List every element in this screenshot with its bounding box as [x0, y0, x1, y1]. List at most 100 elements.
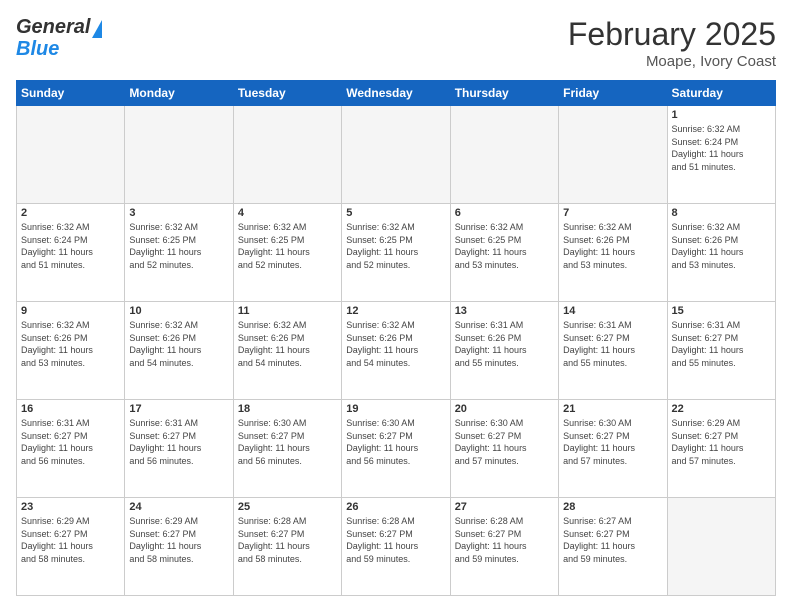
day-info: Sunrise: 6:32 AM Sunset: 6:24 PM Dayligh… — [21, 221, 120, 271]
calendar-table: SundayMondayTuesdayWednesdayThursdayFrid… — [16, 80, 776, 596]
day-info: Sunrise: 6:28 AM Sunset: 6:27 PM Dayligh… — [455, 515, 554, 565]
day-number: 11 — [238, 305, 337, 317]
calendar-cell: 18 Sunrise: 6:30 AM Sunset: 6:27 PM Dayli… — [233, 400, 341, 498]
calendar-week-5: 23 Sunrise: 6:29 AM Sunset: 6:27 PM Dayli… — [17, 498, 776, 596]
calendar-cell: 5 Sunrise: 6:32 AM Sunset: 6:25 PM Daylig… — [342, 204, 450, 302]
location: Moape, Ivory Coast — [568, 53, 776, 70]
calendar-cell — [342, 106, 450, 204]
month-title: February 2025 — [568, 16, 776, 53]
calendar-cell: 20 Sunrise: 6:30 AM Sunset: 6:27 PM Dayli… — [450, 400, 558, 498]
day-info: Sunrise: 6:32 AM Sunset: 6:25 PM Dayligh… — [238, 221, 337, 271]
calendar-week-4: 16Sunrise: 6:31 AM Sunset: 6:27 PM Dayli… — [17, 400, 776, 498]
day-number: 6 — [455, 207, 554, 219]
day-info: Sunrise: 6:32 AM Sunset: 6:25 PM Dayligh… — [455, 221, 554, 271]
calendar-cell: 10 Sunrise: 6:32 AM Sunset: 6:26 PM Dayli… — [125, 302, 233, 400]
calendar-cell — [667, 498, 775, 596]
calendar-cell — [559, 106, 667, 204]
day-info: Sunrise: 6:29 AM Sunset: 6:27 PM Dayligh… — [129, 515, 228, 565]
day-info: Sunrise: 6:32 AM Sunset: 6:26 PM Dayligh… — [563, 221, 662, 271]
calendar-week-2: 2 Sunrise: 6:32 AM Sunset: 6:24 PM Daylig… — [17, 204, 776, 302]
calendar-cell: 21 Sunrise: 6:30 AM Sunset: 6:27 PM Dayli… — [559, 400, 667, 498]
day-info: Sunrise: 6:32 AM Sunset: 6:26 PM Dayligh… — [129, 319, 228, 369]
calendar-cell: 12 Sunrise: 6:32 AM Sunset: 6:26 PM Dayli… — [342, 302, 450, 400]
day-info: Sunrise: 6:32 AM Sunset: 6:26 PM Dayligh… — [346, 319, 445, 369]
calendar-cell: 28 Sunrise: 6:27 AM Sunset: 6:27 PM Dayli… — [559, 498, 667, 596]
day-info: Sunrise: 6:32 AM Sunset: 6:26 PM Dayligh… — [238, 319, 337, 369]
calendar-header-friday: Friday — [559, 81, 667, 106]
day-number: 22 — [672, 403, 771, 415]
day-info: Sunrise: 6:29 AM Sunset: 6:27 PM Dayligh… — [672, 417, 771, 467]
calendar-week-1: 1 Sunrise: 6:32 AM Sunset: 6:24 PM Daylig… — [17, 106, 776, 204]
calendar-week-3: 9 Sunrise: 6:32 AM Sunset: 6:26 PM Daylig… — [17, 302, 776, 400]
day-info: Sunrise: 6:30 AM Sunset: 6:27 PM Dayligh… — [563, 417, 662, 467]
calendar-cell: 11 Sunrise: 6:32 AM Sunset: 6:26 PM Dayli… — [233, 302, 341, 400]
day-number: 2 — [21, 207, 120, 219]
calendar-cell: 6 Sunrise: 6:32 AM Sunset: 6:25 PM Daylig… — [450, 204, 558, 302]
logo-triangle-icon — [92, 20, 102, 38]
day-number: 10 — [129, 305, 228, 317]
day-info: Sunrise: 6:29 AM Sunset: 6:27 PM Dayligh… — [21, 515, 120, 565]
calendar-header-row: SundayMondayTuesdayWednesdayThursdayFrid… — [17, 81, 776, 106]
day-info: Sunrise: 6:32 AM Sunset: 6:25 PM Dayligh… — [129, 221, 228, 271]
logo: General Blue — [16, 16, 102, 60]
calendar-cell: 19Sunrise: 6:30 AM Sunset: 6:27 PM Dayli… — [342, 400, 450, 498]
day-info: Sunrise: 6:30 AM Sunset: 6:27 PM Dayligh… — [455, 417, 554, 467]
day-info: Sunrise: 6:31 AM Sunset: 6:27 PM Dayligh… — [563, 319, 662, 369]
header: General Blue February 2025 Moape, Ivory … — [16, 16, 776, 70]
day-number: 5 — [346, 207, 445, 219]
day-info: Sunrise: 6:27 AM Sunset: 6:27 PM Dayligh… — [563, 515, 662, 565]
calendar-cell: 17 Sunrise: 6:31 AM Sunset: 6:27 PM Dayli… — [125, 400, 233, 498]
calendar-cell: 7Sunrise: 6:32 AM Sunset: 6:26 PM Daylig… — [559, 204, 667, 302]
calendar-cell — [17, 106, 125, 204]
calendar-cell: 15Sunrise: 6:31 AM Sunset: 6:27 PM Dayli… — [667, 302, 775, 400]
day-number: 24 — [129, 501, 228, 513]
day-number: 4 — [238, 207, 337, 219]
day-number: 1 — [672, 109, 771, 121]
day-info: Sunrise: 6:31 AM Sunset: 6:26 PM Dayligh… — [455, 319, 554, 369]
day-info: Sunrise: 6:31 AM Sunset: 6:27 PM Dayligh… — [672, 319, 771, 369]
day-info: Sunrise: 6:32 AM Sunset: 6:25 PM Dayligh… — [346, 221, 445, 271]
calendar-cell: 23 Sunrise: 6:29 AM Sunset: 6:27 PM Dayli… — [17, 498, 125, 596]
logo-general: General — [16, 16, 90, 38]
calendar-cell: 9 Sunrise: 6:32 AM Sunset: 6:26 PM Daylig… — [17, 302, 125, 400]
day-number: 14 — [563, 305, 662, 317]
day-number: 8 — [672, 207, 771, 219]
day-info: Sunrise: 6:31 AM Sunset: 6:27 PM Dayligh… — [21, 417, 120, 467]
calendar-header-monday: Monday — [125, 81, 233, 106]
logo-blue: Blue — [16, 38, 59, 60]
page: General Blue February 2025 Moape, Ivory … — [0, 0, 792, 612]
day-info: Sunrise: 6:32 AM Sunset: 6:26 PM Dayligh… — [21, 319, 120, 369]
day-info: Sunrise: 6:31 AM Sunset: 6:27 PM Dayligh… — [129, 417, 228, 467]
calendar-cell: 1 Sunrise: 6:32 AM Sunset: 6:24 PM Daylig… — [667, 106, 775, 204]
day-number: 9 — [21, 305, 120, 317]
calendar-cell: 24 Sunrise: 6:29 AM Sunset: 6:27 PM Dayli… — [125, 498, 233, 596]
calendar-cell: 25 Sunrise: 6:28 AM Sunset: 6:27 PM Dayli… — [233, 498, 341, 596]
calendar-header-tuesday: Tuesday — [233, 81, 341, 106]
calendar-cell: 14 Sunrise: 6:31 AM Sunset: 6:27 PM Dayli… — [559, 302, 667, 400]
day-number: 28 — [563, 501, 662, 513]
day-number: 18 — [238, 403, 337, 415]
day-info: Sunrise: 6:28 AM Sunset: 6:27 PM Dayligh… — [238, 515, 337, 565]
day-info: Sunrise: 6:28 AM Sunset: 6:27 PM Dayligh… — [346, 515, 445, 565]
calendar-header-thursday: Thursday — [450, 81, 558, 106]
day-number: 3 — [129, 207, 228, 219]
calendar-cell — [125, 106, 233, 204]
day-number: 26 — [346, 501, 445, 513]
calendar-cell — [450, 106, 558, 204]
day-number: 21 — [563, 403, 662, 415]
calendar-cell — [233, 106, 341, 204]
calendar-cell: 3 Sunrise: 6:32 AM Sunset: 6:25 PM Daylig… — [125, 204, 233, 302]
day-number: 23 — [21, 501, 120, 513]
day-number: 12 — [346, 305, 445, 317]
calendar-cell: 4 Sunrise: 6:32 AM Sunset: 6:25 PM Daylig… — [233, 204, 341, 302]
title-block: February 2025 Moape, Ivory Coast — [568, 16, 776, 70]
day-number: 17 — [129, 403, 228, 415]
day-info: Sunrise: 6:30 AM Sunset: 6:27 PM Dayligh… — [238, 417, 337, 467]
day-number: 25 — [238, 501, 337, 513]
day-number: 20 — [455, 403, 554, 415]
calendar-cell: 26 Sunrise: 6:28 AM Sunset: 6:27 PM Dayli… — [342, 498, 450, 596]
calendar-cell: 13Sunrise: 6:31 AM Sunset: 6:26 PM Dayli… — [450, 302, 558, 400]
day-info: Sunrise: 6:32 AM Sunset: 6:24 PM Dayligh… — [672, 123, 771, 173]
day-info: Sunrise: 6:30 AM Sunset: 6:27 PM Dayligh… — [346, 417, 445, 467]
day-number: 27 — [455, 501, 554, 513]
